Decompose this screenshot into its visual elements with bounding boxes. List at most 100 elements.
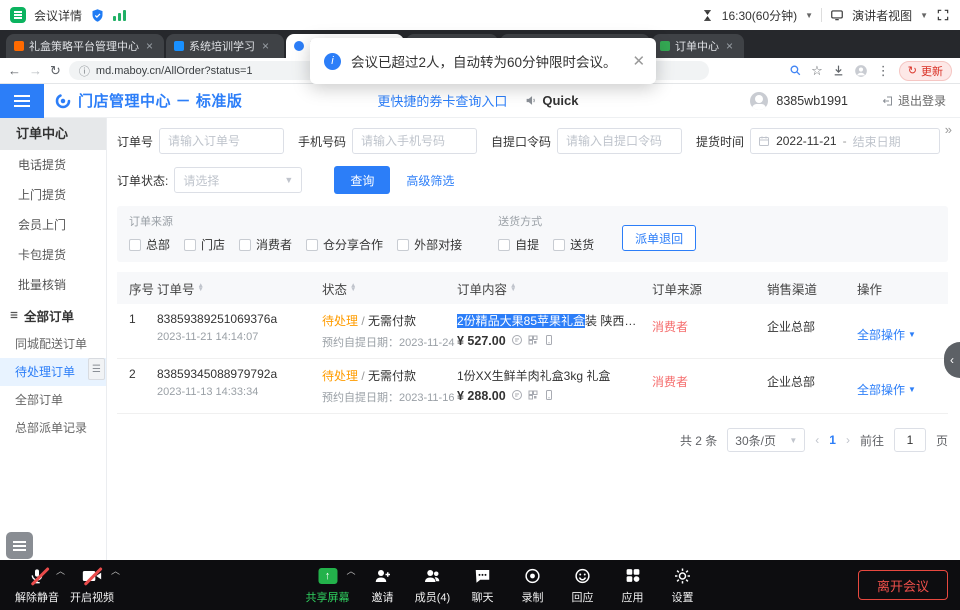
- checkbox-icon[interactable]: [184, 239, 196, 251]
- browser-tab[interactable]: 礼盒策略平台管理中心 ×: [6, 34, 164, 58]
- advanced-filter-link[interactable]: 高级筛选: [406, 172, 454, 189]
- collapse-chevrons-icon[interactable]: »: [945, 122, 952, 137]
- logout-button[interactable]: 退出登录: [882, 92, 946, 109]
- share-screen-button[interactable]: ↑ 共享屏幕: [302, 566, 352, 605]
- date-range-input[interactable]: 2022-11-21 - 结束日期: [750, 128, 940, 154]
- sidebar-item-batch-verify[interactable]: 批量核销: [0, 270, 106, 300]
- star-icon[interactable]: ☆: [811, 63, 823, 79]
- order-status-select[interactable]: 请选择 ▼: [174, 167, 302, 193]
- sort-icon[interactable]: ▲▼: [198, 284, 204, 293]
- more-dots-icon[interactable]: ⋮: [877, 63, 890, 79]
- browser-tab[interactable]: 系统培训学习 ×: [166, 34, 284, 58]
- tab-close-icon[interactable]: ×: [146, 39, 153, 53]
- col-status[interactable]: 状态▲▼: [322, 279, 457, 298]
- sort-icon[interactable]: ▲▼: [510, 284, 516, 293]
- update-icon: ↻: [908, 64, 917, 77]
- sidebar-item-hq-dispatch-log[interactable]: 总部派单记录: [0, 414, 106, 442]
- sidebar-item-door-pickup[interactable]: 上门提货: [0, 180, 106, 210]
- record-button[interactable]: 录制: [508, 566, 558, 605]
- timer-chevron-down-icon[interactable]: ▼: [805, 11, 813, 20]
- sidebar-section-all-orders[interactable]: 全部订单: [0, 300, 106, 330]
- sidebar-item-city-delivery[interactable]: 同城配送订单: [0, 330, 106, 358]
- download-icon[interactable]: [832, 64, 845, 77]
- view-chevron-down-icon[interactable]: ▼: [920, 11, 928, 20]
- chat-button[interactable]: 聊天: [458, 566, 508, 605]
- forward-icon[interactable]: →: [29, 63, 42, 78]
- checkbox-icon[interactable]: [306, 239, 318, 251]
- checkbox-store[interactable]: 门店: [184, 236, 225, 253]
- start-video-button[interactable]: 开启视频: [67, 566, 117, 605]
- video-options-chevron-icon[interactable]: ︿: [111, 564, 120, 577]
- qr-icon[interactable]: [527, 334, 539, 346]
- sidebar-item-member-visit[interactable]: 会员上门: [0, 210, 106, 240]
- sort-icon[interactable]: ▲▼: [350, 284, 356, 293]
- sidebar-affix-toggle[interactable]: ☰: [88, 358, 105, 380]
- menu-hamburger-icon[interactable]: [0, 84, 44, 118]
- qr-icon[interactable]: [527, 389, 539, 401]
- checkbox-external[interactable]: 外部对接: [397, 236, 462, 253]
- goto-page-input[interactable]: [894, 428, 926, 452]
- refresh-icon[interactable]: ↻: [50, 63, 61, 79]
- toast-close-icon[interactable]: ✕: [633, 52, 646, 70]
- unmute-button[interactable]: 解除静音: [12, 566, 62, 605]
- all-actions-dropdown[interactable]: 全部操作▼: [857, 312, 933, 350]
- sidebar-section-order-center[interactable]: 订单中心: [0, 118, 106, 150]
- profile-icon[interactable]: [854, 64, 868, 78]
- view-mode-label[interactable]: 演讲者视图: [852, 7, 912, 24]
- current-page[interactable]: 1: [829, 433, 836, 447]
- search-lens-icon[interactable]: [789, 64, 802, 77]
- sidebar-item-card-pickup[interactable]: 卡包提货: [0, 240, 106, 270]
- col-content[interactable]: 订单内容▲▼: [457, 279, 652, 298]
- sidebar-item-phone-pickup[interactable]: 电话提货: [0, 150, 106, 180]
- checkbox-hq[interactable]: 总部: [129, 236, 170, 253]
- coupon-query-link[interactable]: 更快捷的券卡查询入口: [377, 91, 507, 110]
- order-time: 2023-11-13 14:33:34: [157, 386, 322, 398]
- search-button[interactable]: 查询: [334, 166, 390, 194]
- checkbox-self-pickup[interactable]: 自提: [498, 236, 539, 253]
- meeting-details-icon: [10, 7, 26, 23]
- leave-meeting-button[interactable]: 离开会议: [858, 570, 948, 600]
- checkbox-delivery[interactable]: 送货: [553, 236, 594, 253]
- tab-close-icon[interactable]: ×: [262, 39, 269, 53]
- back-icon[interactable]: ←: [8, 63, 21, 78]
- page-size-select[interactable]: 30条/页▼: [727, 428, 805, 452]
- quick-entry[interactable]: Quick: [525, 93, 578, 108]
- checkbox-consumer[interactable]: 消费者: [239, 236, 292, 253]
- next-page-icon[interactable]: ›: [846, 433, 850, 447]
- reaction-button[interactable]: 回应: [558, 566, 608, 605]
- avatar[interactable]: [750, 92, 768, 110]
- page-info-icon[interactable]: ⓘ: [79, 63, 90, 79]
- sidebar-item-all-orders[interactable]: 全部订单: [0, 386, 106, 414]
- checkbox-icon[interactable]: [129, 239, 141, 251]
- favicon-icon: [660, 41, 670, 51]
- members-button[interactable]: 成员(4): [408, 566, 458, 605]
- invite-button[interactable]: 邀请: [358, 566, 408, 605]
- fullscreen-icon[interactable]: [936, 8, 950, 22]
- all-actions-dropdown[interactable]: 全部操作▼: [857, 367, 933, 405]
- annotation-tool[interactable]: [6, 532, 33, 559]
- phone-icon[interactable]: [543, 334, 555, 346]
- checkbox-warehouse-coop[interactable]: 仓分享合作: [306, 236, 383, 253]
- settings-button[interactable]: 设置: [658, 566, 708, 605]
- message-icon[interactable]: [511, 389, 523, 401]
- message-icon[interactable]: [511, 334, 523, 346]
- meeting-details-label[interactable]: 会议详情: [34, 7, 82, 24]
- checkbox-icon[interactable]: [553, 239, 565, 251]
- order-no-input[interactable]: [159, 128, 284, 154]
- browser-tab[interactable]: 订单中心 ×: [652, 34, 744, 58]
- phone-input[interactable]: [352, 128, 477, 154]
- update-button[interactable]: ↻ 更新: [899, 61, 952, 81]
- checkbox-icon[interactable]: [239, 239, 251, 251]
- share-options-chevron-icon[interactable]: ︿: [346, 564, 355, 577]
- shield-check-icon: [90, 8, 105, 23]
- mic-options-chevron-icon[interactable]: ︿: [56, 564, 65, 577]
- dispatch-return-button[interactable]: 派单退回: [622, 225, 696, 251]
- phone-icon[interactable]: [543, 389, 555, 401]
- pickup-code-input[interactable]: [557, 128, 682, 154]
- prev-page-icon[interactable]: ‹: [815, 433, 819, 447]
- tab-close-icon[interactable]: ×: [726, 39, 733, 53]
- col-order-no[interactable]: 订单号▲▼: [157, 279, 322, 298]
- checkbox-icon[interactable]: [498, 239, 510, 251]
- checkbox-icon[interactable]: [397, 239, 409, 251]
- apps-button[interactable]: 应用: [608, 566, 658, 605]
